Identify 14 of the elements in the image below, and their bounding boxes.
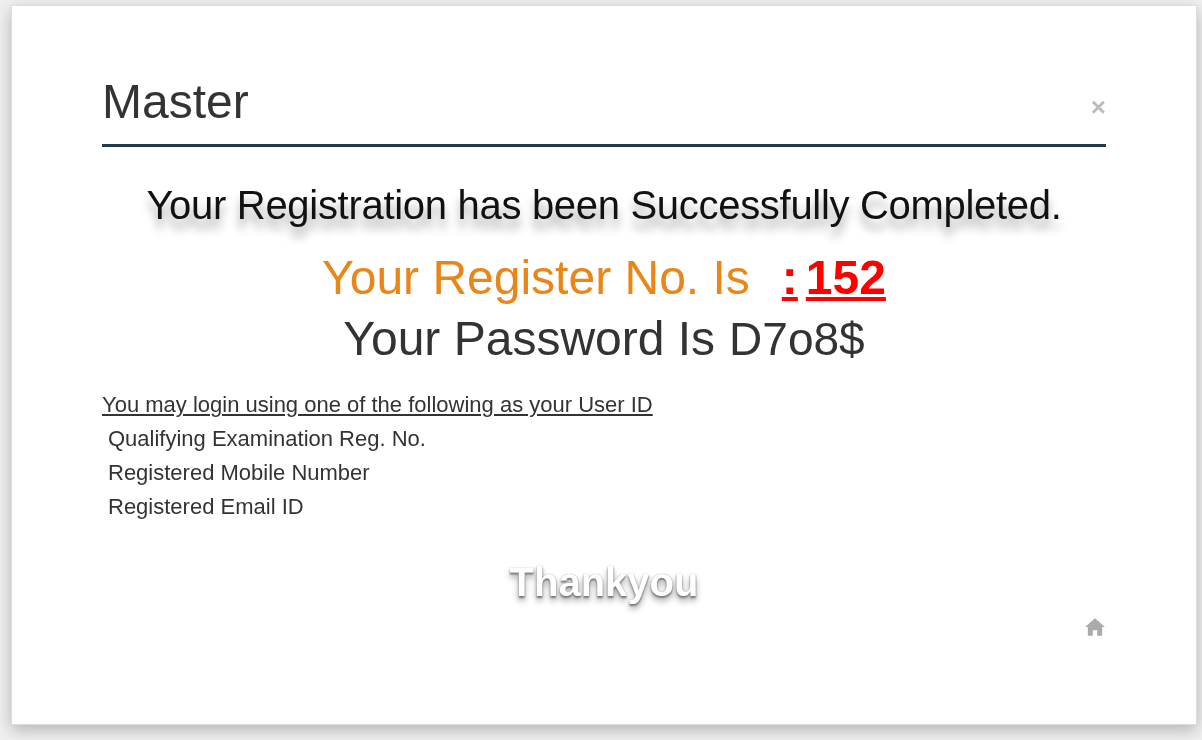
password-value: D7o8$ [729,313,865,365]
separator: : [781,250,798,305]
home-icon[interactable] [1084,617,1106,637]
register-number: 152 [805,250,886,305]
user-id-option: Qualifying Examination Reg. No. [108,426,426,452]
dialog-title: Master [102,74,249,130]
success-message: Your Registration has been Successfully Completed. [145,183,1063,228]
user-id-option: Registered Email ID [108,494,304,520]
thank-you-text: Thankyou [495,554,713,623]
password-label: Your Password Is [343,312,716,365]
user-id-option: Registered Mobile Number [108,460,370,486]
register-number-label: Your Register No. Is [322,250,750,305]
login-hint: You may login using one of the following as your User ID [102,392,653,417]
close-button[interactable]: × [1090,94,1106,120]
